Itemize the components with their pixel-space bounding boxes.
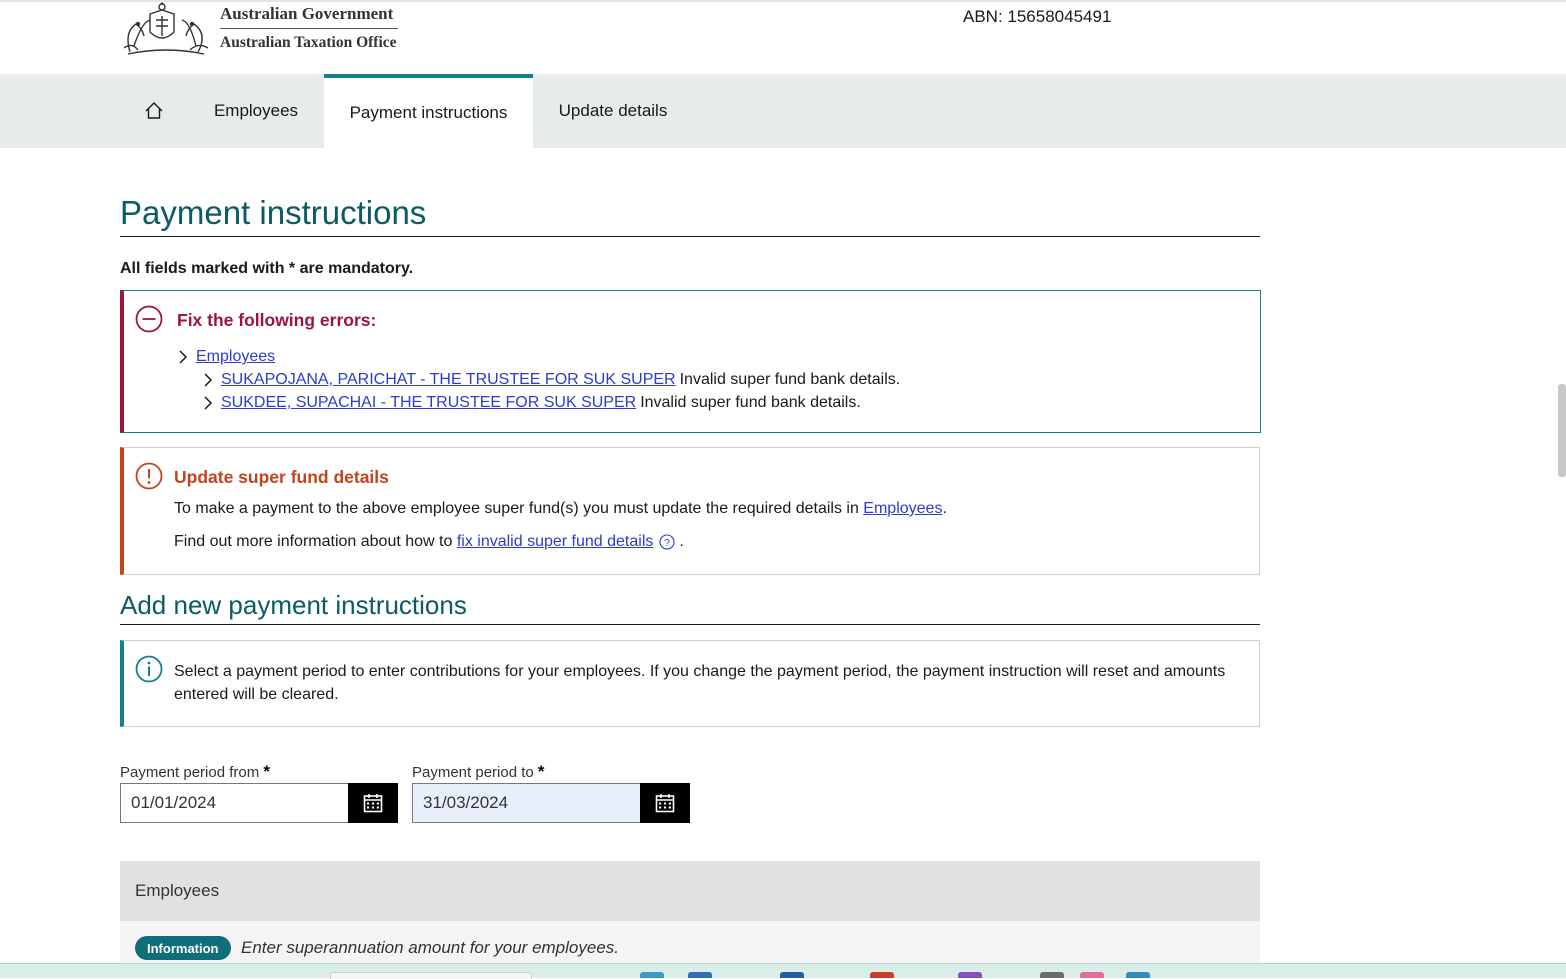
chevron-right-icon	[179, 350, 188, 364]
abn-text: ABN: 15658045491	[963, 7, 1112, 26]
warning-title: Update super fund details	[174, 467, 389, 487]
employees-panel-header: Employees	[120, 861, 1260, 921]
employees-info-text: Enter superannuation amount for your emp…	[241, 938, 620, 957]
chevron-right-icon	[204, 396, 213, 410]
taskbar-app-icon[interactable]	[1080, 972, 1104, 978]
error-section: Employees	[177, 348, 275, 366]
period-from-label-text: Payment period from	[120, 764, 260, 781]
mandatory-note: All fields marked with * are mandatory.	[120, 260, 414, 277]
warning-alert: Update super fund details To make a paym…	[120, 447, 1260, 575]
chevron-right-icon	[204, 373, 213, 387]
warning-period: .	[942, 500, 947, 517]
os-taskbar	[0, 963, 1566, 979]
employees-panel-title: Employees	[135, 881, 220, 900]
warning-paragraph: To make a payment to the above employee …	[174, 500, 947, 518]
error-title: Fix the following errors:	[177, 310, 377, 330]
error-item: SUKAPOJANA, PARICHAT - THE TRUSTEE FOR S…	[202, 371, 900, 389]
required-marker: *	[537, 762, 545, 781]
government-name: Australian Government	[220, 4, 394, 23]
page-scrollbar[interactable]	[1558, 384, 1566, 477]
add-payment-title: Add new payment instructions	[120, 590, 467, 620]
taskbar-app-icon[interactable]	[780, 972, 804, 978]
taskbar-app-icon[interactable]	[870, 972, 894, 978]
error-minus-circle-icon	[135, 305, 163, 333]
info-alert: Select a payment period to enter contrib…	[120, 640, 1260, 727]
error-message: Invalid super fund bank details.	[640, 394, 861, 411]
fix-invalid-super-link[interactable]: fix invalid super fund details	[457, 533, 654, 551]
taskbar-app-icon[interactable]	[1040, 972, 1064, 978]
logo-divider	[220, 28, 398, 29]
warning-text: To make a payment to the above employee …	[174, 500, 859, 517]
nav-update-details[interactable]: Update details	[533, 74, 693, 148]
error-employee-link[interactable]: SUKAPOJANA, PARICHAT - THE TRUSTEE FOR S…	[221, 371, 676, 389]
period-to-label: Payment period to *	[412, 762, 545, 782]
employees-panel-body: Information Enter superannuation amount …	[120, 921, 1260, 963]
nav-employees[interactable]: Employees	[188, 74, 324, 148]
warning-exclamation-icon	[135, 462, 163, 490]
title-rule	[120, 236, 1260, 237]
svg-text:?: ?	[665, 538, 671, 549]
period-from-label: Payment period from *	[120, 762, 270, 782]
ato-logo[interactable]: Australian Government Australian Taxatio…	[120, 2, 410, 58]
error-item: SUKDEE, SUPACHAI - THE TRUSTEE FOR SUK S…	[202, 394, 861, 412]
warning-help-text: Find out more information about how to	[174, 533, 453, 550]
error-employee-link[interactable]: SUKDEE, SUPACHAI - THE TRUSTEE FOR SUK S…	[221, 394, 636, 412]
nav-payment-instructions[interactable]: Payment instructions	[324, 74, 533, 148]
help-question-icon[interactable]: ?	[659, 534, 675, 550]
error-employees-link[interactable]: Employees	[196, 348, 275, 366]
error-summary: Fix the following errors: Employees SUKA…	[120, 290, 1261, 433]
period-from-input[interactable]	[120, 783, 349, 823]
warning-help-period: .	[679, 533, 684, 550]
agency-name: Australian Taxation Office	[220, 34, 397, 51]
info-icon	[135, 655, 163, 683]
taskbar-app-icon[interactable]	[688, 972, 712, 978]
period-to-input[interactable]	[412, 783, 641, 823]
information-badge: Information	[135, 936, 231, 960]
site-header: Australian Government Australian Taxatio…	[0, 2, 1566, 74]
calendar-icon	[655, 794, 675, 813]
main-nav: Employees Payment instructions Update de…	[0, 74, 1566, 148]
warning-help-paragraph: Find out more information about how to f…	[174, 533, 684, 551]
section-rule	[120, 624, 1260, 625]
nav-home[interactable]	[120, 74, 188, 148]
page-title: Payment instructions	[120, 194, 427, 231]
calendar-icon	[363, 794, 383, 813]
home-icon	[145, 102, 163, 119]
period-from-calendar-button[interactable]	[348, 783, 398, 823]
coat-of-arms-icon	[123, 2, 209, 55]
period-to-label-text: Payment period to	[412, 764, 534, 781]
required-marker: *	[263, 762, 271, 781]
warning-employees-link[interactable]: Employees	[863, 500, 942, 517]
taskbar-app-icon[interactable]	[1126, 972, 1150, 978]
taskbar-search[interactable]	[330, 972, 532, 979]
error-message: Invalid super fund bank details.	[679, 371, 901, 388]
info-text: Select a payment period to enter contrib…	[174, 663, 1226, 703]
taskbar-app-icon[interactable]	[640, 972, 664, 978]
period-to-calendar-button[interactable]	[640, 783, 690, 823]
taskbar-app-icon[interactable]	[958, 972, 982, 978]
